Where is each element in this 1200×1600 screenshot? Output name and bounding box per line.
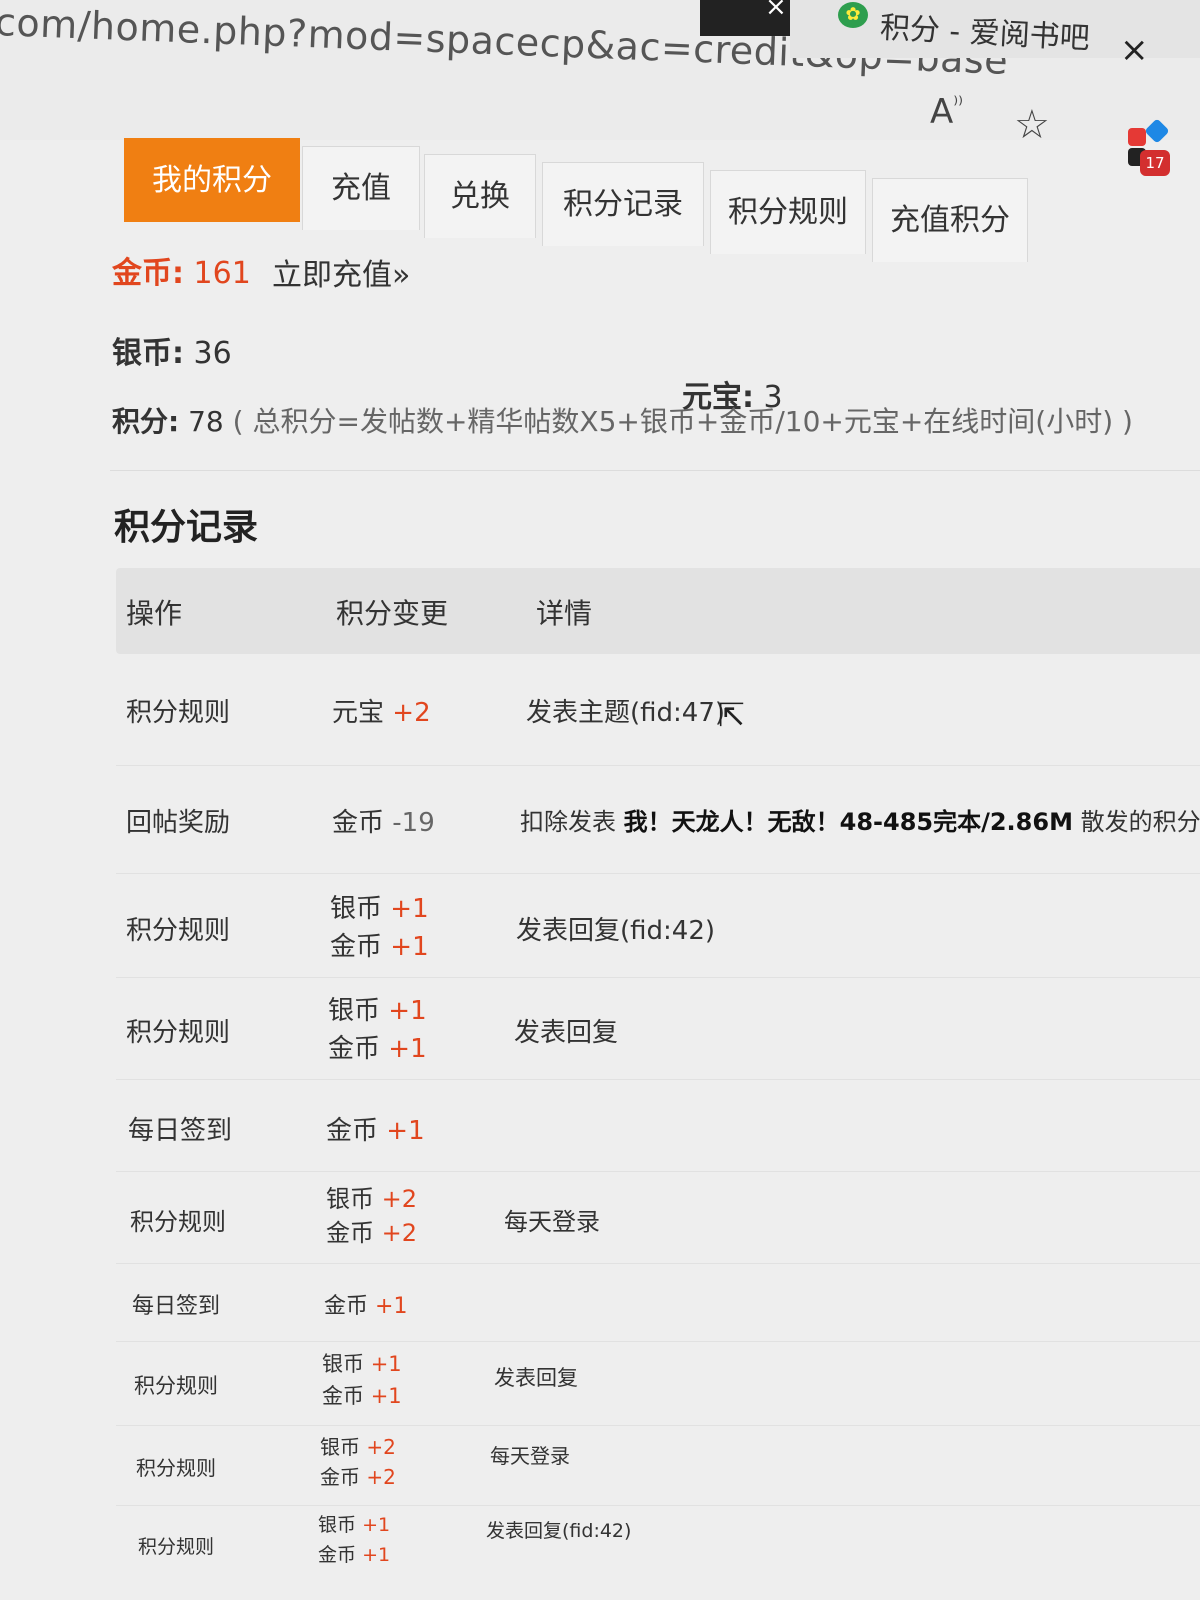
credit-tabs: 我的积分 充值 兑换 积分记录 积分规则 充值积分 (124, 138, 1124, 262)
table-row: 积分规则 银币 +2 金币 +2 每天登录 (116, 1172, 1200, 1264)
table-row: 积分规则 银币 +1 金币 +1 发表回复 (116, 978, 1200, 1080)
row-change: 元宝 +2 (332, 698, 431, 728)
header-detail: 详情 (536, 597, 593, 630)
mouse-cursor-icon: ⇱ (718, 696, 745, 734)
points-label: 积分: (112, 405, 180, 438)
table-header: 操作 积分变更 详情 (116, 568, 1200, 654)
table-row: 积分规则 银币 +1 金币 +1 发表回复 (116, 1342, 1200, 1426)
tab-exchange[interactable]: 兑换 (424, 154, 536, 238)
row-change: 金币 +1 (324, 1294, 408, 1319)
gold-label: 金币: (112, 256, 184, 291)
table-row: 每日签到 金币 +1 (116, 1080, 1200, 1172)
tab-recharge[interactable]: 充值 (302, 146, 420, 230)
row-operation: 积分规则 (126, 698, 231, 728)
row-change: 银币 +1 金币 +1 (328, 996, 427, 1064)
credit-page: 我的积分 充值 兑换 积分记录 积分规则 充值积分 金币: 161 立即充值» … (110, 120, 1200, 1600)
tab-recharge-points[interactable]: 充值积分 (872, 178, 1028, 262)
row-detail: 发表主题(fid:47) (526, 698, 726, 728)
row-detail: 发表回复(fid:42) (486, 1520, 632, 1542)
row-operation: 积分规则 (126, 1018, 231, 1048)
row-change: 银币 +2 金币 +2 (326, 1185, 418, 1247)
row-change: 银币 +1 金币 +1 (322, 1352, 402, 1408)
table-row: 积分规则 银币 +1 金币 +1 发表回复(fid:42) (116, 874, 1200, 978)
row-detail: 扣除发表 我！天龙人！无敌！48-485完本/2.86M 散发的积分 (520, 808, 1200, 836)
row-operation: 每日签到 (132, 1294, 221, 1319)
table-row: 每日签到 金币 +1 (116, 1264, 1200, 1342)
table-row: 积分规则 元宝 +2 发表主题(fid:47) (116, 654, 1200, 766)
row-change: 银币 +1 金币 +1 (330, 894, 429, 962)
row-change: 银币 +2 金币 +2 (320, 1435, 396, 1489)
row-change: 金币 -19 (332, 808, 435, 838)
silver-label: 银币: (112, 336, 184, 371)
row-change: 金币 +1 (326, 1116, 425, 1146)
row-operation: 每日签到 (128, 1116, 233, 1146)
gold-value: 161 (193, 256, 251, 291)
row-change: 银币 +1 金币 +1 (318, 1514, 391, 1566)
row-detail: 发表回复 (514, 1018, 619, 1048)
header-change: 积分变更 (336, 597, 449, 630)
row-operation: 积分规则 (130, 1208, 226, 1236)
points-value: 78 (188, 405, 224, 438)
tab-points-rules[interactable]: 积分规则 (710, 170, 866, 254)
row-detail: 发表回复(fid:42) (516, 916, 716, 946)
points-balance: 积分: 78 ( 总积分=发帖数+精华帖数X5+银币+金币/10+元宝+在线时间… (112, 400, 1133, 440)
clover-icon: ✿ (838, 2, 868, 28)
table-row: 积分规则 银币 +2 金币 +2 每天登录 (116, 1426, 1200, 1506)
row-operation: 积分规则 (134, 1374, 218, 1398)
thread-link[interactable]: 我！天龙人！无敌！48-485完本/2.86M (624, 808, 1073, 836)
silver-balance: 银币: 36 (112, 328, 232, 372)
row-operation: 回帖奖励 (126, 808, 231, 838)
row-detail: 发表回复 (494, 1366, 578, 1390)
close-icon[interactable]: × (765, 0, 787, 22)
recharge-now-link[interactable]: 立即充值» (272, 250, 410, 294)
table-row: 回帖奖励 金币 -19 扣除发表 我！天龙人！无敌！48-485完本/2.86M… (116, 766, 1200, 874)
section-title: 积分记录 (114, 507, 259, 548)
points-formula: ( 总积分=发帖数+精华帖数X5+银币+金币/10+元宝+在线时间(小时) ) (232, 405, 1133, 438)
row-operation: 积分规则 (126, 916, 231, 946)
tab-points-log[interactable]: 积分记录 (542, 162, 704, 246)
header-operation: 操作 (126, 597, 183, 630)
close-tab-icon[interactable]: × (1120, 30, 1149, 70)
gold-balance: 金币: 161 (112, 248, 251, 292)
silver-value: 36 (193, 336, 232, 371)
row-detail: 每天登录 (504, 1208, 600, 1236)
table-row: 积分规则 银币 +1 金币 +1 发表回复(fid:42) (116, 1506, 1200, 1586)
row-operation: 积分规则 (138, 1536, 215, 1558)
tab-my-points[interactable]: 我的积分 (124, 138, 300, 222)
divider (110, 470, 1200, 471)
row-detail: 每天登录 (490, 1444, 570, 1468)
row-operation: 积分规则 (136, 1456, 216, 1480)
